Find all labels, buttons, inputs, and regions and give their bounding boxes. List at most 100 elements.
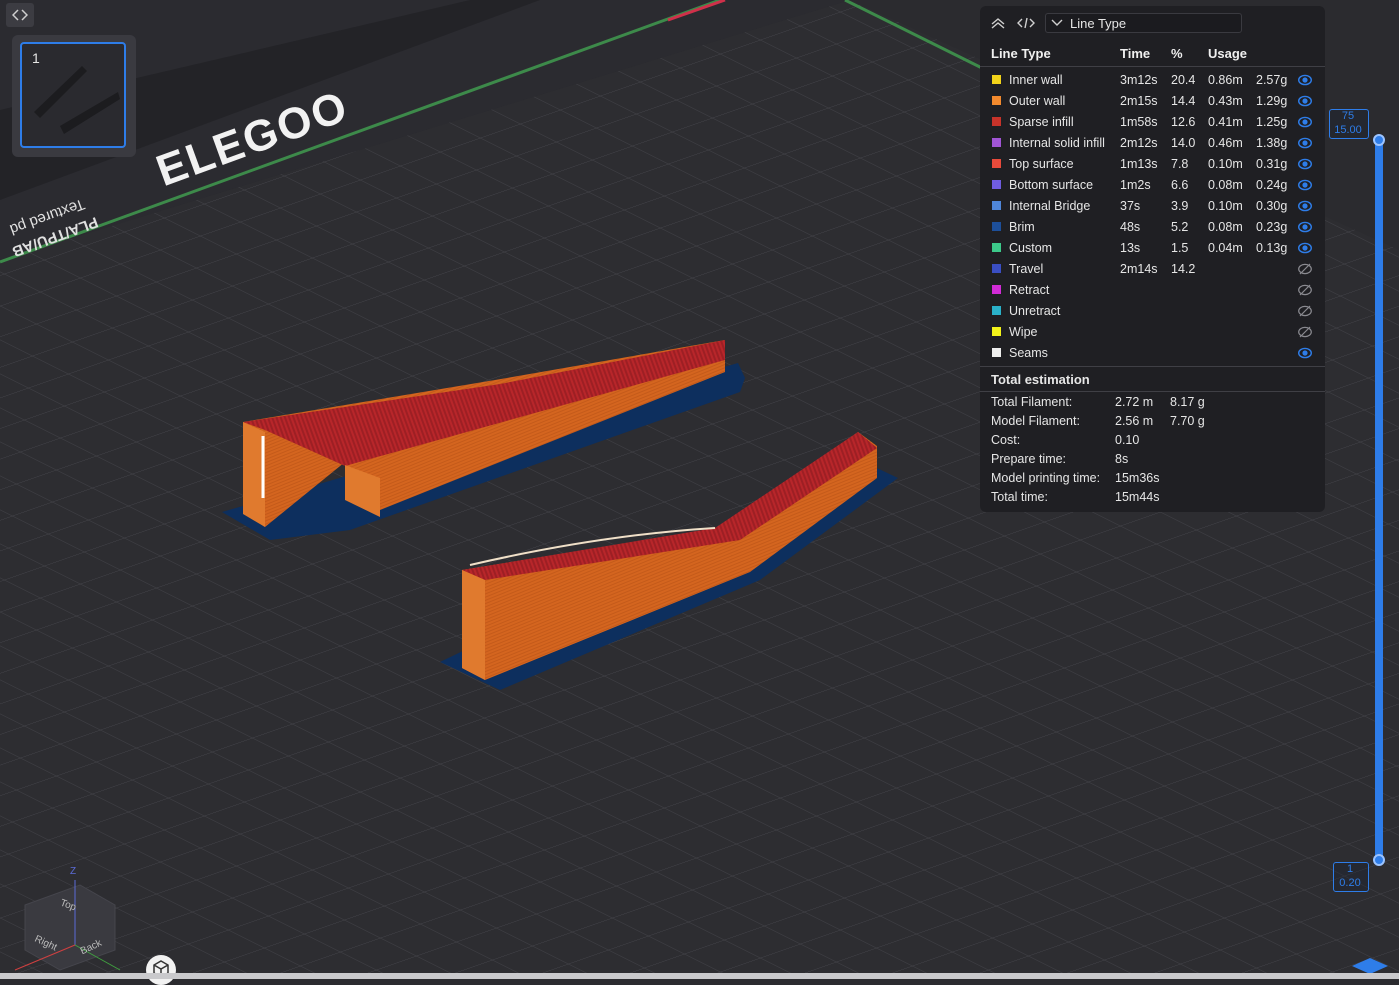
chevron-left-right-icon (12, 9, 28, 21)
total-label: Cost: (991, 433, 1021, 447)
plate-preview-image (34, 66, 120, 134)
eye-icon[interactable] (1297, 220, 1313, 237)
line-type-name: Internal Bridge (1009, 199, 1091, 213)
line-type-percent: 14.4 (1171, 94, 1196, 108)
line-type-time: 1m58s (1120, 115, 1158, 129)
total-value: 8s (1115, 452, 1129, 466)
total-value-secondary: 8.17 g (1170, 395, 1205, 409)
eye-icon[interactable] (1297, 157, 1313, 174)
line-type-length: 0.43m (1208, 94, 1243, 108)
sidebar-toggle-button[interactable] (6, 3, 34, 27)
legend-row[interactable]: Top surface 1m13s 7.8 0.10m 0.31g (980, 154, 1325, 175)
status-bar (0, 973, 1399, 979)
total-label: Model Filament: (991, 414, 1080, 428)
color-swatch (992, 96, 1001, 105)
view-type-value: Line Type (1070, 16, 1127, 31)
line-type-time: 2m15s (1120, 94, 1158, 108)
line-type-name: Bottom surface (1009, 178, 1094, 192)
arrow-icon[interactable] (1350, 956, 1390, 974)
top-layer-number: 75 (1341, 110, 1355, 122)
legend-row[interactable]: Sparse infill 1m58s 12.6 0.41m 1.25g (980, 112, 1325, 133)
double-chevron-up-icon[interactable] (990, 16, 1006, 30)
line-type-percent: 12.6 (1171, 115, 1196, 129)
legend-row[interactable]: Travel 2m14s 14.2 (980, 259, 1325, 280)
color-swatch (992, 75, 1001, 84)
line-type-weight: 0.30g (1256, 199, 1288, 213)
legend-row[interactable]: Internal solid infill 2m12s 14.0 0.46m 1.38g (980, 133, 1325, 154)
line-type-length: 0.41m (1208, 115, 1243, 129)
divider (980, 391, 1325, 392)
line-type-name: Top surface (1009, 157, 1074, 171)
legend-row[interactable]: Seams (980, 343, 1325, 364)
total-value: 15m36s (1115, 471, 1160, 485)
legend-row[interactable]: Retract (980, 280, 1325, 301)
line-type-length: 0.86m (1208, 73, 1243, 87)
eye-icon[interactable] (1297, 241, 1313, 258)
legend-row[interactable]: Bottom surface 1m2s 6.6 0.08m 0.24g (980, 175, 1325, 196)
total-row: Cost: 0.10 (991, 433, 1311, 452)
total-value: 15m44s (1115, 490, 1160, 504)
color-swatch (992, 159, 1001, 168)
eye-icon[interactable] (1297, 115, 1313, 132)
line-type-length: 0.10m (1208, 157, 1243, 171)
eye-off-icon[interactable] (1298, 283, 1312, 300)
line-type-name: Seams (1009, 346, 1048, 360)
line-type-percent: 7.8 (1171, 157, 1189, 171)
color-swatch (992, 327, 1001, 336)
divider (980, 366, 1325, 367)
column-header-time: Time (1120, 46, 1151, 61)
eye-off-icon[interactable] (1298, 262, 1312, 279)
line-type-weight: 1.25g (1256, 115, 1288, 129)
total-estimation-title: Total estimation (991, 372, 1090, 387)
legend-row[interactable]: Brim 48s 5.2 0.08m 0.23g (980, 217, 1325, 238)
plate-list: 1 (12, 35, 136, 157)
code-icon[interactable] (1017, 16, 1035, 30)
legend-row[interactable]: Wipe (980, 322, 1325, 343)
eye-off-icon[interactable] (1298, 304, 1312, 321)
legend-row[interactable]: Outer wall 2m15s 14.4 0.43m 1.29g (980, 91, 1325, 112)
chevron-down-icon (1051, 19, 1063, 26)
line-type-percent: 6.6 (1171, 178, 1189, 192)
line-type-length: 0.46m (1208, 136, 1243, 150)
legend-row[interactable]: Internal Bridge 37s 3.9 0.10m 0.30g (980, 196, 1325, 217)
line-type-name: Sparse infill (1009, 115, 1074, 129)
eye-icon[interactable] (1297, 73, 1313, 90)
legend-row[interactable]: Custom 13s 1.5 0.04m 0.13g (980, 238, 1325, 259)
layer-slider-track[interactable] (1375, 135, 1383, 863)
bottom-layer-height: 0.20 (1339, 877, 1361, 889)
total-label: Prepare time: (991, 452, 1067, 466)
legend-row[interactable]: Unretract (980, 301, 1325, 322)
eye-icon[interactable] (1297, 178, 1313, 195)
eye-icon[interactable] (1297, 94, 1313, 111)
view-type-dropdown[interactable]: Line Type (1045, 13, 1242, 33)
line-type-percent: 20.4 (1171, 73, 1196, 87)
total-value: 0.10 (1115, 433, 1140, 447)
line-type-percent: 1.5 (1171, 241, 1189, 255)
column-header-line-type: Line Type (991, 46, 1051, 61)
legend-panel: Line Type Line Type Time % Usage Inner w… (980, 6, 1325, 512)
line-type-name: Custom (1009, 241, 1053, 255)
total-row: Model printing time: 15m36s (991, 471, 1311, 490)
plate-thumbnail[interactable]: 1 (20, 42, 126, 148)
layer-slider-bottom-handle[interactable] (1373, 854, 1385, 866)
line-type-name: Brim (1009, 220, 1035, 234)
view-reset-button[interactable] (146, 955, 176, 985)
eye-icon[interactable] (1297, 346, 1313, 363)
total-value-secondary: 7.70 g (1170, 414, 1205, 428)
line-type-weight: 0.13g (1256, 241, 1288, 255)
total-row: Total time: 15m44s (991, 490, 1311, 509)
line-type-time: 48s (1120, 220, 1141, 234)
line-type-name: Outer wall (1009, 94, 1066, 108)
eye-off-icon[interactable] (1298, 325, 1312, 342)
line-type-length: 0.04m (1208, 241, 1243, 255)
color-swatch (992, 306, 1001, 315)
line-type-weight: 1.29g (1256, 94, 1288, 108)
total-row: Total Filament: 2.72 m 8.17 g (991, 395, 1311, 414)
line-type-weight: 2.57g (1256, 73, 1288, 87)
eye-icon[interactable] (1297, 136, 1313, 153)
layer-slider-top-handle[interactable] (1373, 134, 1385, 146)
eye-icon[interactable] (1297, 199, 1313, 216)
legend-row[interactable]: Inner wall 3m12s 20.4 0.86m 2.57g (980, 70, 1325, 91)
line-type-weight: 0.31g (1256, 157, 1288, 171)
line-type-name: Retract (1009, 283, 1050, 297)
